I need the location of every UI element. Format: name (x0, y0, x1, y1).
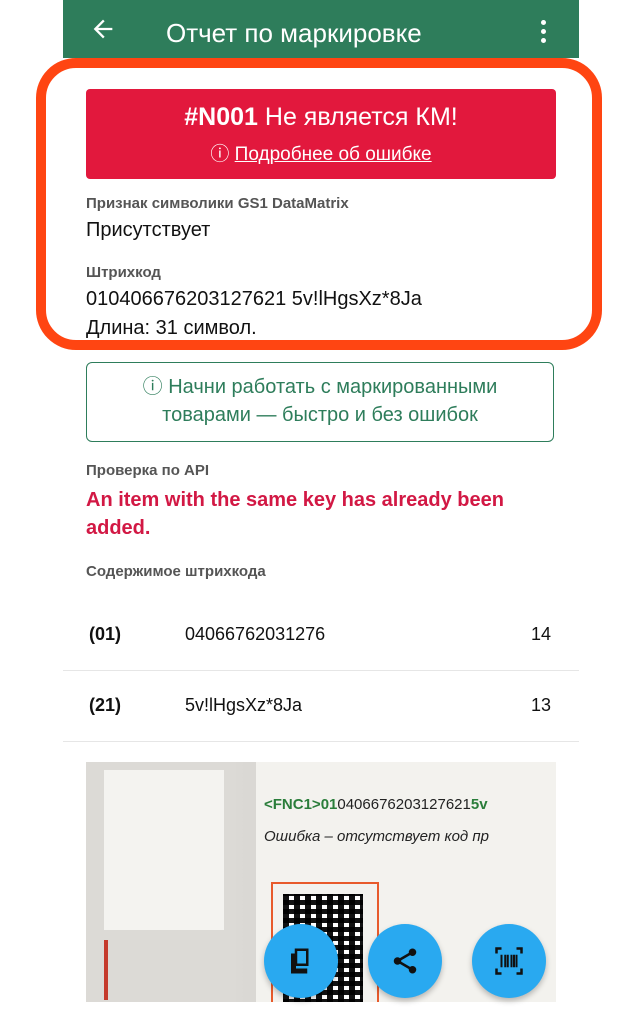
promo-line-2: товарами — быстро и без ошибок (162, 404, 478, 426)
gs1-value: Присутствует (86, 219, 211, 241)
barcode-label: Штрихкод (86, 264, 161, 281)
share-button[interactable] (368, 924, 442, 998)
share-icon (393, 948, 417, 974)
error-code: #N001 (184, 103, 258, 131)
info-icon: ⓘ (210, 144, 230, 165)
ai-code: (21) (89, 695, 122, 715)
error-banner: #N001 Не является КМ! ⓘ Подробнее об оши… (86, 89, 556, 179)
info-icon: ⓘ (142, 376, 163, 398)
app-bar: Отчет по маркировке (63, 0, 579, 58)
ai-code: (01) (89, 624, 122, 644)
error-title: #N001 Не является КМ! (86, 103, 556, 132)
ai-length: 13 (530, 695, 551, 715)
promo-banner[interactable]: ⓘ Начни работать с маркированными товара… (86, 362, 554, 442)
scan-button[interactable] (472, 924, 546, 998)
photo-background (86, 762, 236, 1002)
back-arrow-icon[interactable] (89, 15, 117, 43)
table-row: (01) 04066762031276 14 (63, 600, 579, 671)
error-details-link-text[interactable]: Подробнее об ошибке (235, 144, 432, 165)
barcode-length: Длина: 31 символ. (86, 317, 257, 339)
contents-label: Содержимое штрихкода (86, 563, 266, 580)
error-message: Не является КМ! (264, 103, 458, 131)
more-vert-icon[interactable] (533, 20, 553, 52)
copy-button[interactable] (264, 924, 338, 998)
copy-icon (291, 948, 309, 974)
error-details-link[interactable]: ⓘ Подробнее об ошибке (86, 139, 556, 166)
barcode-value: 010406676203127621 5v!lHgsXz*8Ja (86, 288, 422, 310)
ai-length: 14 (530, 624, 551, 644)
api-label: Проверка по API (86, 462, 210, 479)
gs1-label: Признак символики GS1 DataMatrix (86, 195, 349, 212)
table-row: (21) 5v!lHgsXz*8Ja 13 (63, 671, 579, 742)
photo-code-text: <FNC1>0104066762031276215v (264, 796, 488, 813)
photo-error-text: Ошибка – отсутствует код пр (264, 828, 489, 845)
ai-value: 04066762031276 (185, 624, 326, 644)
api-error-text: An item with the same key has already be… (86, 489, 504, 539)
ai-value: 5v!lHgsXz*8Ja (185, 695, 303, 715)
page-title: Отчет по маркировке (166, 18, 422, 48)
promo-line-1: ⓘ Начни работать с маркированными (142, 376, 498, 398)
barcode-scan-icon (495, 947, 523, 975)
